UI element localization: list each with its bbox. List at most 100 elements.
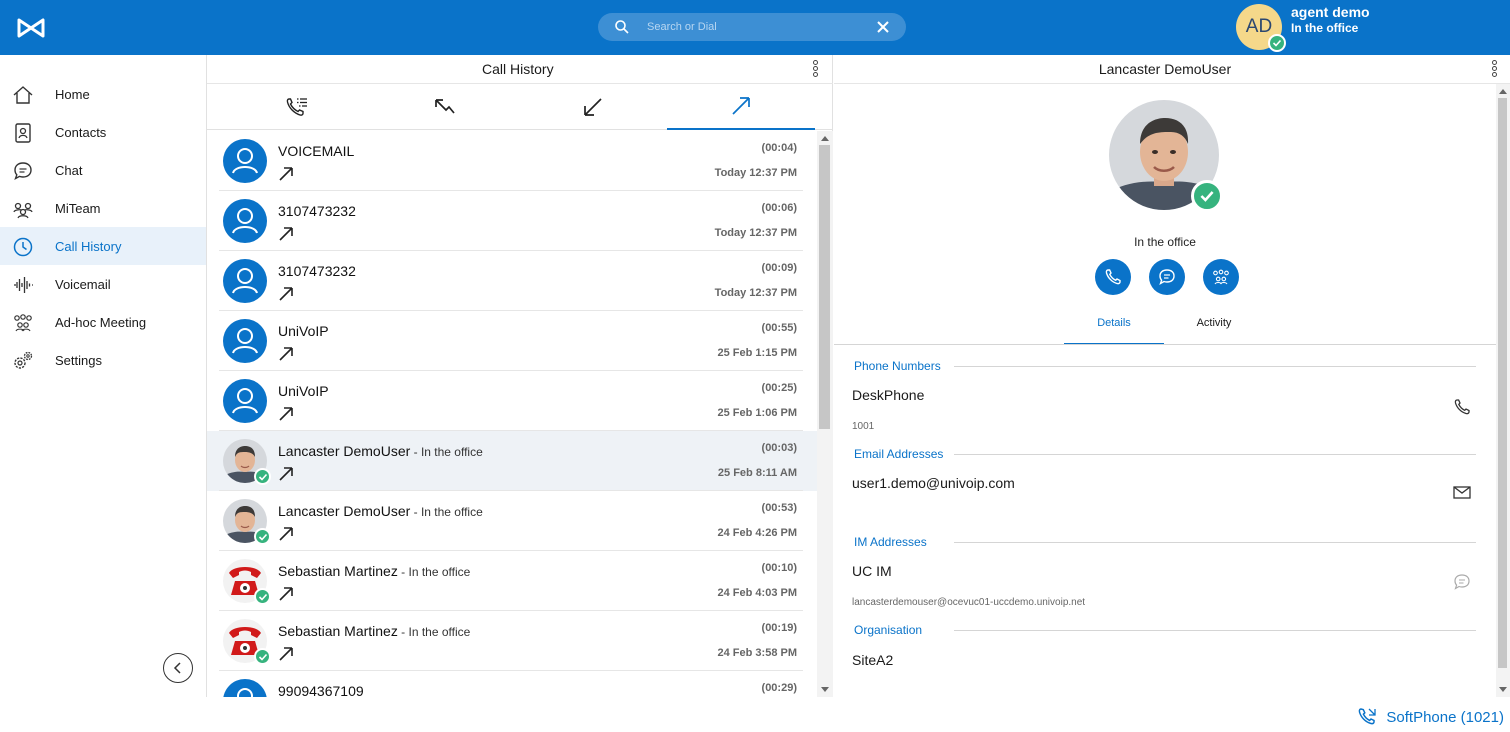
home-icon xyxy=(13,86,33,104)
contact-avatar xyxy=(223,499,271,545)
mail-icon[interactable] xyxy=(1452,482,1472,502)
outgoing-call-icon xyxy=(278,226,294,242)
collapse-sidebar-button[interactable] xyxy=(163,653,193,683)
available-status-icon xyxy=(254,528,271,545)
email-addresses-heading: Email Addresses xyxy=(852,447,946,461)
sidebar-item-settings[interactable]: Settings xyxy=(0,341,206,379)
caller-name-text: VOICEMAIL xyxy=(278,143,355,159)
tab-all-calls[interactable] xyxy=(223,84,371,130)
settings-icon xyxy=(14,351,33,369)
call-history-row[interactable]: Sebastian Martinez - In the office (00:19… xyxy=(207,611,817,671)
search-input[interactable] xyxy=(647,21,867,33)
softphone-status[interactable]: SoftPhone (1021) xyxy=(1356,706,1504,728)
phone-value[interactable]: 1001 xyxy=(852,421,874,432)
call-history-row[interactable]: 3107473232 (00:09) Today 12:37 PM xyxy=(207,251,817,311)
app-logo-icon[interactable] xyxy=(16,14,46,42)
phone-icon[interactable] xyxy=(1452,397,1472,417)
tab-details[interactable]: Details xyxy=(1064,307,1164,345)
tab-outgoing-calls[interactable] xyxy=(667,84,815,130)
call-history-row[interactable]: 3107473232 (00:06) Today 12:37 PM xyxy=(207,191,817,251)
top-bar: AD agent demo In the office xyxy=(0,0,1510,55)
meeting-contact-button[interactable] xyxy=(1203,259,1239,295)
email-value[interactable]: user1.demo@univoip.com xyxy=(852,475,1015,491)
more-options-icon[interactable] xyxy=(813,60,819,78)
meeting-icon xyxy=(1213,269,1229,285)
tab-activity[interactable]: Activity xyxy=(1164,307,1264,345)
call-time: 25 Feb 1:06 PM xyxy=(717,407,797,419)
call-duration: (00:29) xyxy=(761,682,797,694)
call-history-row[interactable]: VOICEMAIL (00:04) Today 12:37 PM xyxy=(207,131,817,191)
scrollbar-thumb[interactable] xyxy=(819,145,830,429)
contact-detail-panel: Lancaster DemoUser In the office Details… xyxy=(834,55,1510,697)
caller-name-text: Lancaster DemoUser xyxy=(278,443,411,459)
call-duration: (00:06) xyxy=(761,202,797,214)
panel-title: Call History xyxy=(482,61,554,77)
clear-search-icon[interactable] xyxy=(876,20,890,34)
person-icon xyxy=(232,388,258,414)
sidebar-item-adhoc-meeting[interactable]: Ad-hoc Meeting xyxy=(0,303,206,341)
sidebar-item-voicemail[interactable]: Voicemail xyxy=(0,265,206,303)
user-name[interactable]: agent demo xyxy=(1291,4,1370,20)
outgoing-call-icon xyxy=(278,586,294,602)
sidebar-item-label: Settings xyxy=(55,353,102,368)
chat-icon[interactable] xyxy=(1452,572,1472,592)
person-icon xyxy=(237,688,253,697)
available-status-icon xyxy=(254,588,271,605)
call-time: Today 12:37 PM xyxy=(714,167,797,179)
phone-numbers-heading: Phone Numbers xyxy=(852,359,943,373)
scrollbar-thumb[interactable] xyxy=(1498,98,1507,668)
phone-label: DeskPhone xyxy=(852,387,925,403)
call-list-scrollbar[interactable] xyxy=(817,131,833,697)
sidebar-item-chat[interactable]: Chat xyxy=(0,151,206,189)
sidebar-item-home[interactable]: Home xyxy=(0,75,206,113)
tab-incoming-calls[interactable] xyxy=(519,84,667,130)
call-history-row[interactable]: Sebastian Martinez - In the office (00:10… xyxy=(207,551,817,611)
sidebar-item-miteam[interactable]: MiTeam xyxy=(0,189,206,227)
softphone-label: SoftPhone (1021) xyxy=(1386,708,1504,726)
call-history-row[interactable]: UniVoIP (00:55) 25 Feb 1:15 PM xyxy=(207,311,817,371)
call-history-row[interactable]: 99094367109 (00:29) xyxy=(207,671,817,697)
tab-missed-calls[interactable] xyxy=(371,84,519,130)
contact-avatar xyxy=(223,379,267,423)
scroll-up-arrow-icon[interactable] xyxy=(821,136,829,141)
chat-contact-button[interactable] xyxy=(1149,259,1185,295)
outgoing-call-icon xyxy=(278,286,294,302)
more-options-icon[interactable] xyxy=(1492,60,1498,78)
sidebar-item-label: Ad-hoc Meeting xyxy=(55,315,147,330)
call-history-list: VOICEMAIL (00:04) Today 12:37 PM 3107473232… xyxy=(207,131,817,697)
outgoing-call-icon xyxy=(278,406,294,422)
call-filter-tabs xyxy=(207,84,833,130)
contact-avatar xyxy=(223,679,267,697)
im-value[interactable]: lancasterdemouser@ocevuc01-uccdemo.univo… xyxy=(852,597,1085,608)
section-divider xyxy=(954,454,1476,455)
caller-presence: - In the office xyxy=(397,565,471,579)
detail-scrollbar[interactable] xyxy=(1496,84,1510,697)
user-status[interactable]: In the office xyxy=(1291,21,1358,35)
search-bar[interactable] xyxy=(598,13,906,41)
user-initials: AD xyxy=(1245,16,1273,37)
call-history-row[interactable]: UniVoIP (00:25) 25 Feb 1:06 PM xyxy=(207,371,817,431)
available-status-icon xyxy=(1191,180,1223,212)
voicemail-icon xyxy=(14,277,33,293)
caller-name: Sebastian Martinez - In the office xyxy=(278,623,470,639)
scroll-up-arrow-icon[interactable] xyxy=(1499,89,1507,94)
team-icon xyxy=(13,202,33,219)
user-avatar[interactable]: AD xyxy=(1236,4,1286,52)
call-duration: (00:03) xyxy=(761,442,797,454)
chat-icon xyxy=(14,162,32,180)
sidebar-item-contacts[interactable]: Contacts xyxy=(0,113,206,151)
sidebar-item-call-history[interactable]: Call History xyxy=(0,227,206,265)
contact-avatar xyxy=(223,259,267,303)
scroll-down-arrow-icon[interactable] xyxy=(821,687,829,692)
call-history-row[interactable]: Lancaster DemoUser - In the office (00:03… xyxy=(207,431,817,491)
person-icon xyxy=(232,328,258,354)
chevron-left-icon xyxy=(173,662,181,674)
call-contact-button[interactable] xyxy=(1095,259,1131,295)
scroll-down-arrow-icon[interactable] xyxy=(1499,687,1507,692)
caller-name-text: UniVoIP xyxy=(278,383,329,399)
im-addresses-heading: IM Addresses xyxy=(852,535,929,549)
call-history-row[interactable]: Lancaster DemoUser - In the office (00:53… xyxy=(207,491,817,551)
call-time: 24 Feb 4:26 PM xyxy=(717,527,797,539)
available-status-icon xyxy=(1268,34,1286,52)
section-divider xyxy=(954,630,1476,631)
